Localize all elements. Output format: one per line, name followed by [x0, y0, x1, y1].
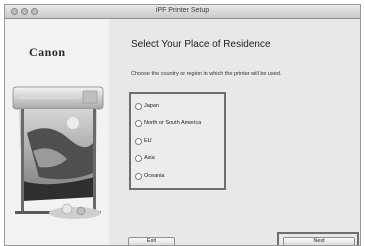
option-north-or-south-america[interactable]: North or South America: [135, 118, 201, 128]
residence-options-group: Japan North or South America EU Asia Oce…: [129, 92, 226, 190]
option-label: North or South America: [144, 120, 202, 126]
exit-button[interactable]: Exit: [128, 237, 175, 245]
next-button[interactable]: Next: [283, 237, 355, 245]
option-label: Asia: [144, 155, 155, 161]
radio-button[interactable]: [135, 137, 142, 145]
printer-illustration: [9, 73, 107, 223]
instructions-text: Choose the country or region in which th…: [131, 71, 282, 77]
option-label: Oceania: [144, 173, 165, 179]
radio-button[interactable]: [135, 102, 142, 110]
option-asia[interactable]: Asia: [135, 153, 155, 163]
option-label: Japan: [144, 103, 159, 109]
option-japan[interactable]: Japan: [135, 101, 159, 111]
option-eu[interactable]: EU: [135, 136, 152, 146]
radio-button[interactable]: [135, 119, 142, 127]
canon-logo: Canon: [29, 45, 66, 59]
radio-button[interactable]: [135, 172, 142, 180]
sidebar: Canon: [5, 19, 109, 245]
option-label: EU: [144, 138, 152, 144]
title-bar[interactable]: iPF Printer Setup: [5, 5, 360, 19]
main-content: Select Your Place of Residence Choose th…: [115, 19, 360, 245]
option-oceania[interactable]: Oceania: [135, 171, 165, 181]
window-title: iPF Printer Setup: [155, 7, 210, 14]
page-title: Select Your Place of Residence: [131, 39, 271, 50]
radio-button[interactable]: [135, 154, 142, 162]
setup-window: iPF Printer Setup Canon Select Your Plac…: [4, 4, 361, 246]
